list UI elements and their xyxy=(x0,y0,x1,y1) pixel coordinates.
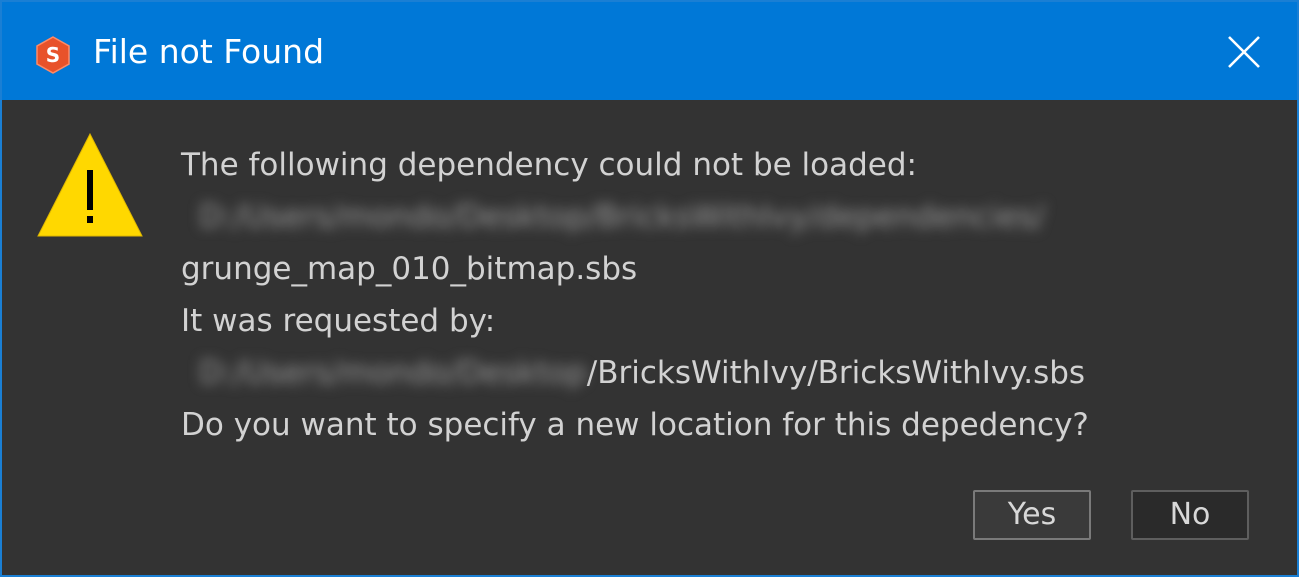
message-line-intro: The following dependency could not be lo… xyxy=(181,147,917,183)
blurred-dependency-path: D:/Users/mondo/Desktop/BricksWithIvy/dep… xyxy=(199,199,1045,235)
yes-button[interactable]: Yes xyxy=(973,490,1091,540)
dialog-message: The following dependency could not be lo… xyxy=(181,139,1089,451)
title-bar[interactable]: S File not Found xyxy=(2,2,1297,100)
file-not-found-dialog: S File not Found The following dependenc… xyxy=(0,0,1299,577)
message-dependency-path: D:/Users/mondo/Desktop/BricksWithIvy/dep… xyxy=(181,191,1089,243)
close-icon xyxy=(1228,36,1260,68)
requester-path-visible: /BricksWithIvy/BricksWithIvy.sbs xyxy=(586,355,1086,391)
no-button[interactable]: No xyxy=(1131,490,1249,540)
message-dependency-file: grunge_map_010_bitmap.sbs xyxy=(181,251,638,287)
substance-designer-icon: S xyxy=(33,35,73,75)
message-requested-label: It was requested by: xyxy=(181,303,496,339)
dialog-title: File not Found xyxy=(93,32,325,71)
close-button[interactable] xyxy=(1202,17,1286,87)
blurred-requester-path: D:/Users/mondo/Desktop xyxy=(199,355,587,391)
svg-text:S: S xyxy=(46,43,60,67)
warning-triangle-icon xyxy=(37,132,143,237)
message-question: Do you want to specify a new location fo… xyxy=(181,407,1089,443)
message-requester-path: D:/Users/mondo/Desktop/BricksWithIvy/Bri… xyxy=(181,347,1089,399)
